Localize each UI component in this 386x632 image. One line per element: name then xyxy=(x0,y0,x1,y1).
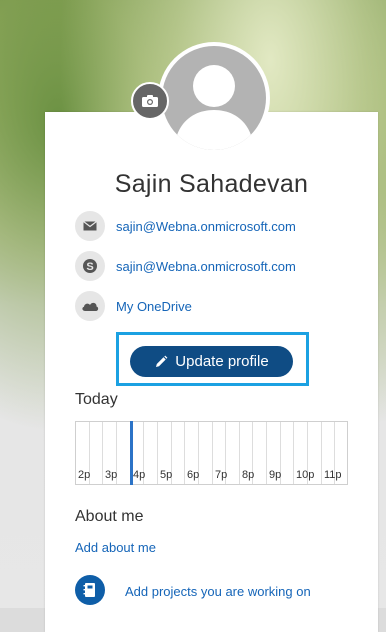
profile-name: Sajin Sahadevan xyxy=(114,170,309,198)
timeline-hour-label: 5p xyxy=(160,469,173,481)
skype-row: S sajin@Webna.onmicrosoft.com xyxy=(75,250,296,282)
timeline-hour-label: 4p xyxy=(133,469,146,481)
today-title: Today xyxy=(75,391,118,408)
mail-icon xyxy=(75,211,105,241)
onedrive-link[interactable]: My OneDrive xyxy=(116,299,192,314)
timeline-gridline xyxy=(321,422,322,484)
about-title: About me xyxy=(75,508,144,525)
timeline-hour-label: 8p xyxy=(242,469,255,481)
timeline-hour-label: 3p xyxy=(105,469,118,481)
timeline-gridline xyxy=(102,422,103,484)
onedrive-row: My OneDrive xyxy=(75,290,192,322)
timeline-gridline xyxy=(184,422,185,484)
current-time-indicator xyxy=(130,421,133,485)
add-about-me-link[interactable]: Add about me xyxy=(75,540,156,555)
notebook-icon xyxy=(75,575,105,605)
pencil-icon xyxy=(156,355,168,367)
timeline-gridline xyxy=(239,422,240,484)
add-projects-link[interactable]: Add projects you are working on xyxy=(125,584,311,599)
timeline-hour-label: 10p xyxy=(296,469,315,481)
update-profile-button[interactable]: Update profile xyxy=(130,346,293,377)
timeline-hour-label: 2p xyxy=(78,469,91,481)
change-photo-button[interactable] xyxy=(131,82,169,120)
timeline-hour-label: 6p xyxy=(187,469,200,481)
timeline-hour-label: 9p xyxy=(269,469,282,481)
email-link[interactable]: sajin@Webna.onmicrosoft.com xyxy=(116,219,296,234)
timeline-gridline xyxy=(212,422,213,484)
timeline-hour-label: 11p xyxy=(324,469,342,481)
email-row: sajin@Webna.onmicrosoft.com xyxy=(75,210,296,242)
timeline-hour-label: 7p xyxy=(215,469,228,481)
person-icon xyxy=(174,65,254,150)
update-profile-label: Update profile xyxy=(175,353,269,370)
svg-text:S: S xyxy=(86,261,93,273)
skype-link[interactable]: sajin@Webna.onmicrosoft.com xyxy=(116,259,296,274)
onedrive-icon xyxy=(75,291,105,321)
timeline-gridline xyxy=(157,422,158,484)
avatar-placeholder xyxy=(162,46,266,150)
timeline-gridline xyxy=(266,422,267,484)
timeline-gridline xyxy=(293,422,294,484)
camera-icon xyxy=(142,95,158,107)
skype-icon: S xyxy=(75,251,105,281)
avatar[interactable] xyxy=(158,42,270,154)
